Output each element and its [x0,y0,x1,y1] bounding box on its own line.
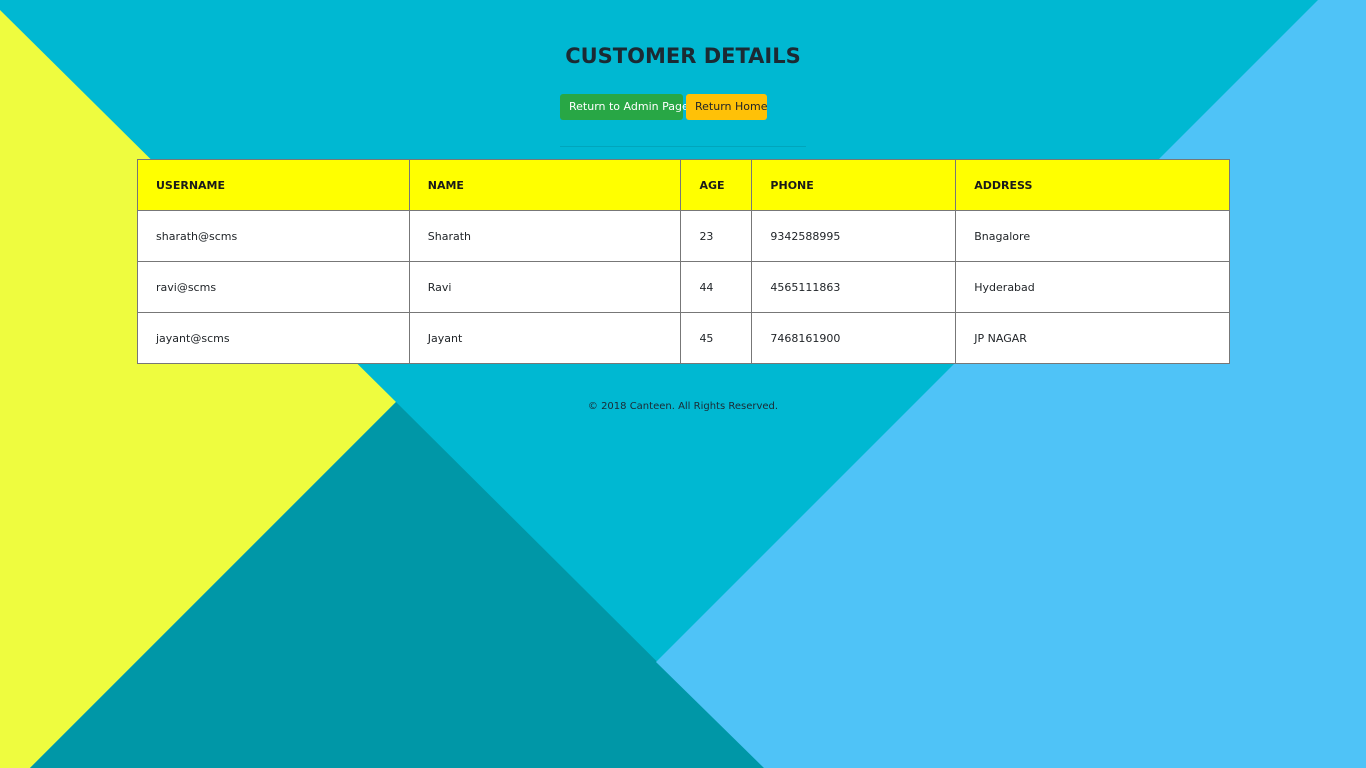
cell-name: Sharath [408,210,682,262]
customer-table: USERNAME NAME AGE PHONE ADDRESS sharath@… [137,159,1230,364]
header-username: USERNAME [137,159,410,211]
cell-age: 23 [680,210,753,262]
cell-address: JP NAGAR [955,312,1230,364]
cell-address: Bnagalore [955,210,1230,262]
cell-username: jayant@scms [137,312,410,364]
table-row: jayant@scms Jayant 45 7468161900 JP NAGA… [137,312,1230,364]
cell-username: ravi@scms [137,261,410,313]
return-admin-button[interactable]: Return to Admin Page [560,94,689,120]
cell-username: sharath@scms [137,210,410,262]
cell-phone: 4565111863 [751,261,957,313]
table-row: ravi@scms Ravi 44 4565111863 Hyderabad [137,261,1230,313]
header-name: NAME [408,159,682,211]
page-content: CUSTOMER DETAILS Return to Admin Page Re… [0,0,1366,768]
cell-address: Hyderabad [955,261,1230,313]
header-age: AGE [680,159,753,211]
cell-age: 45 [680,312,753,364]
return-home-button[interactable]: Return Home [686,94,767,120]
page-title: CUSTOMER DETAILS [565,44,801,68]
footer-copyright: © 2018 Canteen. All Rights Reserved. [587,401,779,412]
cell-age: 44 [680,261,753,313]
cell-phone: 7468161900 [751,312,957,364]
header-address: ADDRESS [955,159,1230,211]
cell-name: Jayant [408,312,682,364]
divider [560,146,806,147]
cell-phone: 9342588995 [751,210,957,262]
table-header-row: USERNAME NAME AGE PHONE ADDRESS [137,159,1230,211]
header-phone: PHONE [751,159,957,211]
table-row: sharath@scms Sharath 23 9342588995 Bnaga… [137,210,1230,262]
action-buttons: Return to Admin Page Return Home [560,94,767,120]
cell-name: Ravi [408,261,682,313]
